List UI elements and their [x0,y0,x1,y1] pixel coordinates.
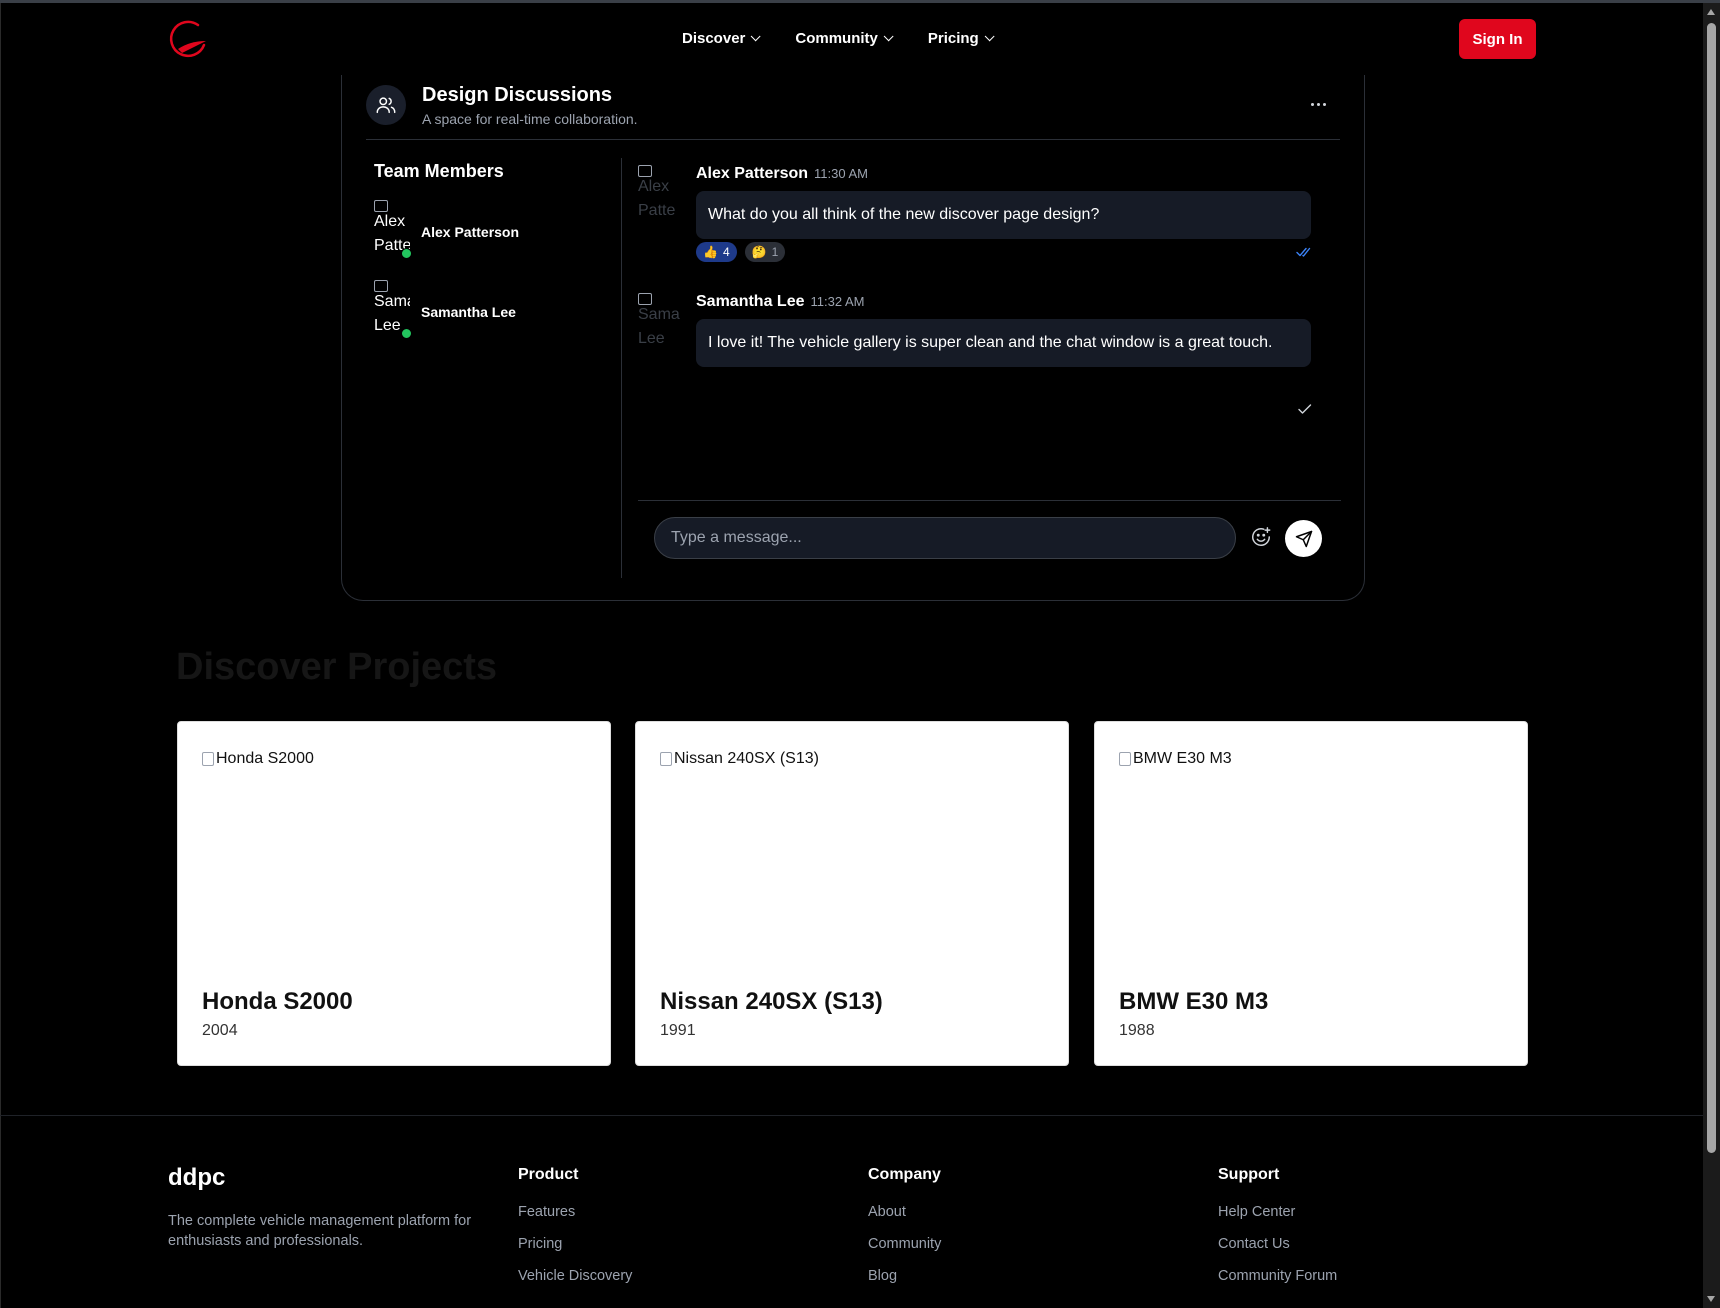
vehicle-image: BMW E30 M3 [1119,750,1232,768]
footer-heading: Company [868,1166,941,1183]
chevron-down-icon [984,31,995,42]
message-author: Samantha Lee 11:32 AM [696,293,865,310]
avatar: Alex Patte [638,165,680,227]
message-bubble: I love it! The vehicle gallery is super … [696,319,1311,367]
message-bubble: What do you all think of the new discove… [696,191,1311,239]
message-reactions: 👍 4 🤔 1 [696,242,786,262]
chevron-down-icon [883,31,894,42]
vehicle-card[interactable]: Nissan 240SX (S13) Nissan 240SX (S13) 19… [635,721,1069,1066]
vehicle-image: Nissan 240SX (S13) [660,750,819,768]
discover-projects-title: Discover Projects [176,646,498,688]
message-time: 11:32 AM [810,294,865,309]
footer-column-company: Company About Community Blog [868,1166,941,1300]
chat-title: Design Discussions [422,84,613,106]
vehicle-title: BMW E30 M3 [1119,988,1269,1015]
team-members-list: Team Members Alex Patte Alex Patterson S… [342,158,622,578]
member-name: Alex Patterson [421,224,520,240]
logo-icon[interactable] [168,19,210,61]
footer-link-vehicle-discovery[interactable]: Vehicle Discovery [518,1268,632,1286]
vehicle-card[interactable]: Honda S2000 Honda S2000 2004 [177,721,611,1066]
scroll-down-arrow-icon[interactable] [1707,1296,1715,1302]
online-status-indicator [401,248,412,259]
thumbs-up-icon: 👍 [703,245,718,259]
emoji-picker-icon[interactable] [1250,526,1274,550]
footer-column-product: Product Features Pricing Vehicle Discove… [518,1166,632,1300]
message-author: Alex Patterson 11:30 AM [696,165,869,182]
vehicle-year: 1988 [1119,1022,1155,1039]
vehicle-title: Nissan 240SX (S13) [660,988,883,1015]
reaction-count: 4 [722,245,730,259]
site-header: Discover Community Pricing Sign In [0,3,1703,75]
scrollbar-thumb[interactable] [1707,23,1716,1153]
message-time: 11:30 AM [814,166,869,181]
nav-pricing-label: Pricing [927,30,979,47]
member-name: Samantha Lee [421,304,516,320]
chat-header: Design Discussions A space for real-time… [366,80,1340,144]
footer-link-help-center[interactable]: Help Center [1218,1204,1337,1222]
footer-link-community-forum[interactable]: Community Forum [1218,1268,1337,1286]
reaction-count: 1 [771,245,779,259]
scroll-up-arrow-icon[interactable] [1707,9,1715,15]
chat-panel: Design Discussions A space for real-time… [341,75,1365,601]
users-group-icon [366,85,406,125]
window-left-border [0,3,1,1308]
vehicle-image: Honda S2000 [202,750,314,768]
thinking-face-icon: 🤔 [751,245,767,259]
team-members-title: Team Members [374,161,504,181]
message-input[interactable] [654,517,1236,559]
footer-brand: ddpc [168,1164,226,1191]
footer-divider [0,1115,1703,1116]
avatar: Sama Lee [638,293,680,355]
footer-column-support: Support Help Center Contact Us Community… [1218,1166,1337,1300]
nav-pricing[interactable]: Pricing [927,30,995,47]
footer-link-blog[interactable]: Blog [868,1268,941,1286]
more-options-icon[interactable] [1306,92,1330,116]
footer-heading: Support [1218,1166,1280,1183]
nav-community-label: Community [795,30,878,47]
page-scrollbar[interactable] [1703,3,1720,1308]
send-icon [1295,530,1312,547]
nav-discover[interactable]: Discover [682,30,761,47]
double-check-icon [1296,245,1312,263]
reaction-thinking[interactable]: 🤔 1 [744,242,786,262]
send-button[interactable] [1285,520,1322,557]
footer-link-community[interactable]: Community [868,1236,941,1254]
vehicle-year: 2004 [202,1022,238,1039]
nav-community[interactable]: Community [795,30,894,47]
chevron-down-icon [751,31,761,42]
online-status-indicator [401,328,412,339]
vehicle-card[interactable]: BMW E30 M3 BMW E30 M3 1988 [1094,721,1528,1066]
vehicle-year: 1991 [660,1022,696,1039]
sign-in-button[interactable]: Sign In [1459,19,1536,59]
footer-link-features[interactable]: Features [518,1204,632,1222]
footer-link-pricing[interactable]: Pricing [518,1236,632,1254]
chat-subtitle: A space for real-time collaboration. [422,111,638,127]
check-icon [1298,402,1312,420]
vehicle-title: Honda S2000 [202,988,353,1015]
footer-heading: Product [518,1166,579,1183]
nav-discover-label: Discover [682,30,746,47]
member-item[interactable]: Alex Patte Alex Patterson [374,200,614,259]
chat-header-divider [366,139,1340,140]
reaction-thumbs-up[interactable]: 👍 4 [696,242,737,262]
footer-link-contact-us[interactable]: Contact Us [1218,1236,1337,1254]
message-composer [638,500,1341,580]
footer-description: The complete vehicle management platform… [168,1213,472,1249]
member-item[interactable]: Sama Lee Samantha Lee [374,280,614,339]
footer-link-about[interactable]: About [868,1204,941,1222]
main-nav: Discover Community Pricing [682,30,1029,47]
